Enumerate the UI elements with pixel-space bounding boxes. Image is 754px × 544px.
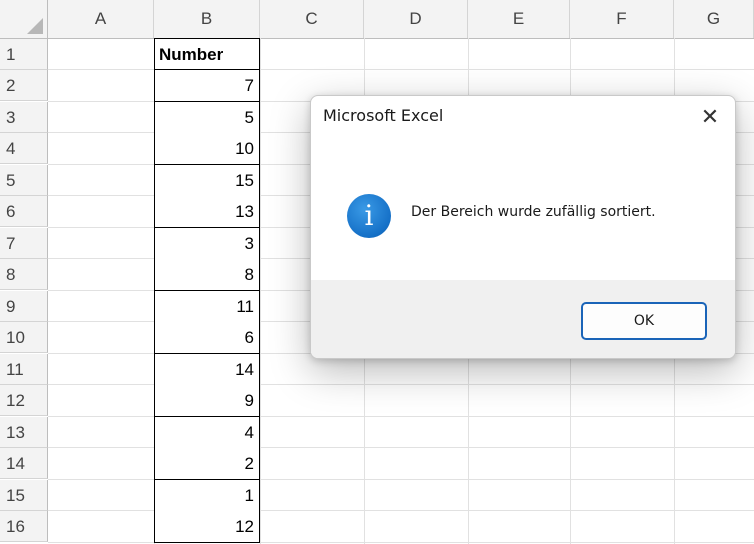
dialog-message: Der Bereich wurde zufällig sortiert. — [411, 204, 656, 220]
cell-b1-header[interactable]: Number — [154, 38, 260, 70]
cell-b8[interactable]: 8 — [154, 259, 260, 291]
row-header-16[interactable]: 16 — [0, 511, 48, 542]
row-header-4[interactable]: 4 — [0, 133, 48, 164]
cell-b4[interactable]: 10 — [154, 133, 260, 165]
ok-button[interactable]: OK — [581, 302, 707, 340]
row-header-2[interactable]: 2 — [0, 70, 48, 101]
row-header-14[interactable]: 14 — [0, 448, 48, 479]
cell-b7[interactable]: 3 — [154, 228, 260, 260]
row-header-10[interactable]: 10 — [0, 322, 48, 353]
info-icon: i — [347, 194, 391, 238]
dialog-body: i Der Bereich wurde zufällig sortiert. — [311, 142, 735, 280]
cell-b10[interactable]: 6 — [154, 322, 260, 354]
row-header-11[interactable]: 11 — [0, 354, 48, 385]
column-header-a[interactable]: A — [48, 0, 154, 38]
column-header-b[interactable]: B — [154, 0, 260, 38]
cell-b14[interactable]: 2 — [154, 448, 260, 480]
row-header-12[interactable]: 12 — [0, 385, 48, 416]
row-header-5[interactable]: 5 — [0, 165, 48, 196]
column-header-e[interactable]: E — [468, 0, 570, 38]
cell-b12[interactable]: 9 — [154, 385, 260, 417]
row-header-1[interactable]: 1 — [0, 39, 48, 70]
row-header-13[interactable]: 13 — [0, 417, 48, 448]
column-header-d[interactable]: D — [364, 0, 468, 38]
row-header-3[interactable]: 3 — [0, 102, 48, 133]
column-header-f[interactable]: F — [570, 0, 674, 38]
row-header-7[interactable]: 7 — [0, 228, 48, 259]
column-header-row: A B C D E F G — [0, 0, 754, 39]
cell-b15[interactable]: 1 — [154, 480, 260, 512]
cell-b3[interactable]: 5 — [154, 102, 260, 134]
column-header-g[interactable]: G — [674, 0, 754, 38]
close-icon[interactable]: ✕ — [695, 102, 725, 132]
message-box-dialog: Microsoft Excel ✕ i Der Bereich wurde zu… — [310, 95, 736, 359]
grid-line — [260, 38, 261, 544]
dialog-footer: OK — [311, 280, 735, 358]
dialog-title: Microsoft Excel — [323, 106, 444, 125]
cell-b9[interactable]: 11 — [154, 291, 260, 323]
cell-b5[interactable]: 15 — [154, 165, 260, 197]
cell-b13[interactable]: 4 — [154, 417, 260, 449]
select-all-corner[interactable] — [0, 0, 48, 38]
column-header-c[interactable]: C — [260, 0, 364, 38]
row-header-8[interactable]: 8 — [0, 259, 48, 290]
row-header-6[interactable]: 6 — [0, 196, 48, 227]
row-header-9[interactable]: 9 — [0, 291, 48, 322]
cell-b2[interactable]: 7 — [154, 70, 260, 102]
select-all-triangle-icon — [27, 18, 43, 34]
cell-b11[interactable]: 14 — [154, 354, 260, 386]
cell-b6[interactable]: 13 — [154, 196, 260, 228]
cell-b16[interactable]: 12 — [154, 511, 260, 543]
row-header-15[interactable]: 15 — [0, 480, 48, 511]
